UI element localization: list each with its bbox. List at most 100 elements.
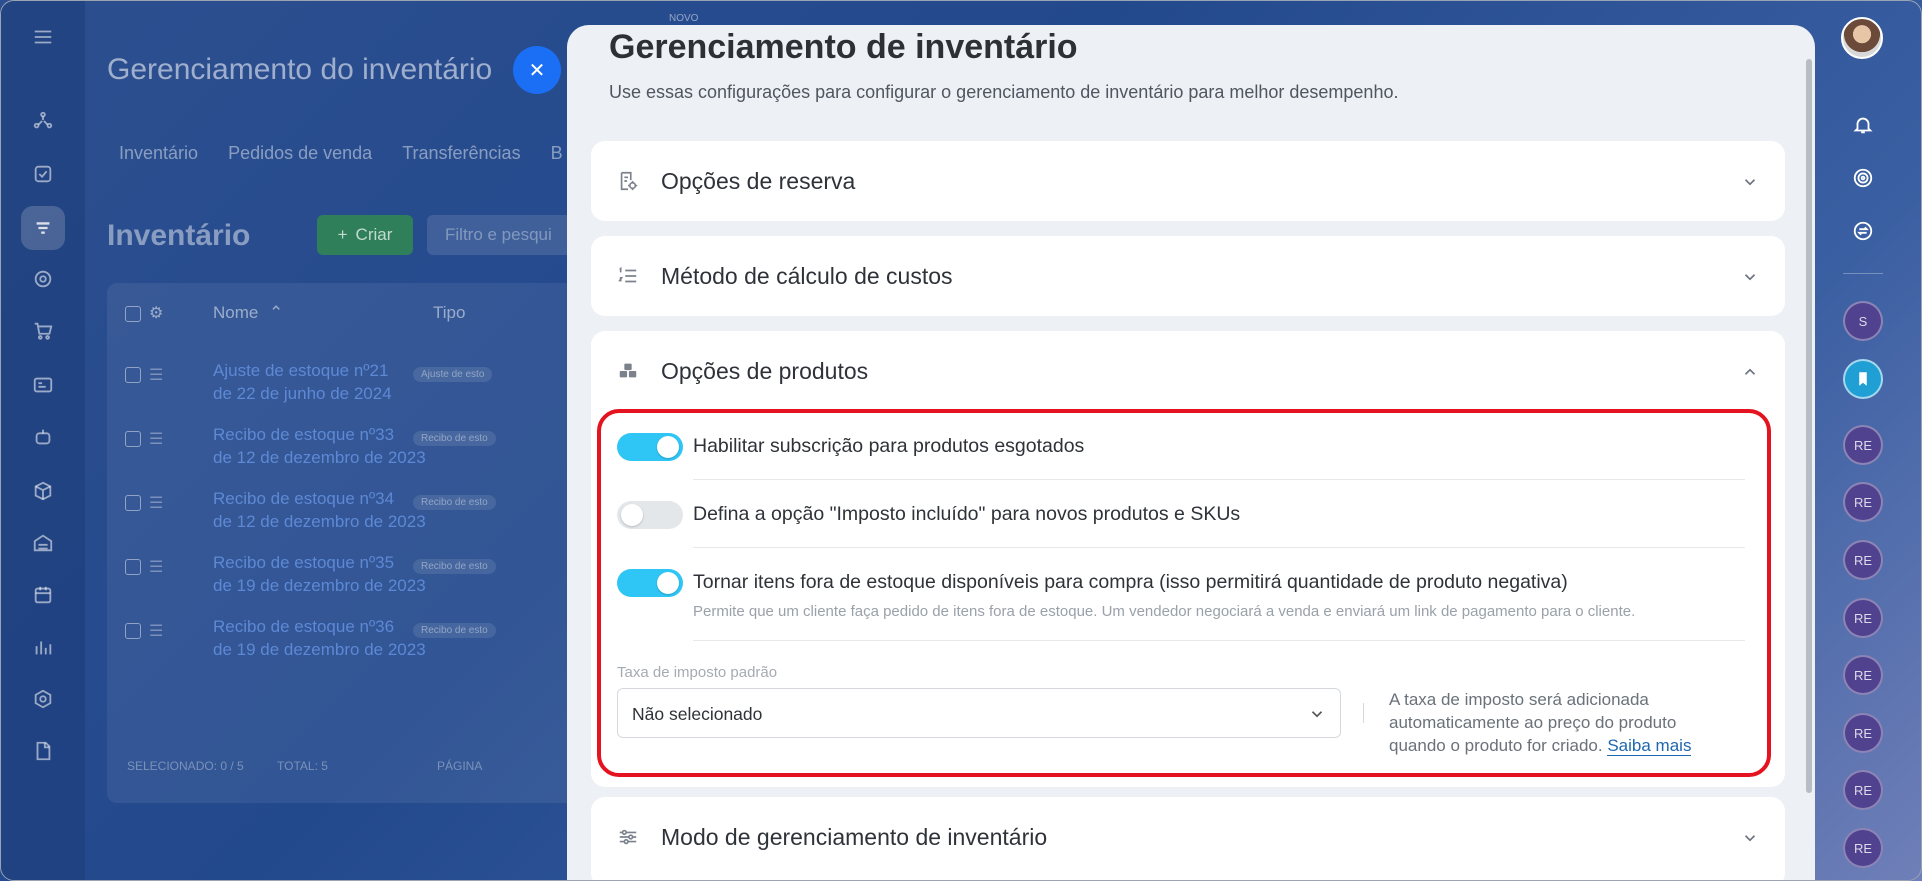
total-count: TOTAL: 5 [277, 759, 328, 773]
plus-icon: + [337, 225, 348, 244]
select-all-checkbox[interactable] [125, 306, 141, 322]
chat-avatar[interactable]: RE [1843, 482, 1883, 522]
section-header[interactable]: Método de cálculo de custos [591, 236, 1785, 316]
tax-included-toggle[interactable] [617, 501, 683, 529]
tab-sales-orders[interactable]: Pedidos de venda [228, 143, 372, 164]
pagination-label: PÁGINA [437, 759, 483, 773]
robot-icon[interactable] [29, 423, 57, 451]
row-checkbox[interactable] [125, 623, 141, 639]
page-subtitle: Use essas configurações para configurar … [609, 82, 1399, 102]
sliders-icon [617, 826, 639, 848]
section-inventory-mode[interactable]: Modo de gerenciamento de inventário [591, 797, 1785, 880]
section-header[interactable]: Opções de produtos [591, 331, 1785, 411]
chevron-down-icon[interactable] [1741, 173, 1759, 191]
row-checkbox[interactable] [125, 431, 141, 447]
right-rail: S RE RE RE RE RE RE RE RE [1813, 1, 1921, 880]
row-checkbox[interactable] [125, 559, 141, 575]
chat-avatar[interactable]: S [1843, 301, 1883, 341]
toggle-knob [657, 436, 679, 458]
cart-icon[interactable] [29, 317, 57, 345]
row-type-badge: Recibo de esto [413, 431, 496, 446]
chat-avatar[interactable]: RE [1843, 425, 1883, 465]
chevron-up-icon[interactable] [1741, 363, 1759, 381]
section-title: Método de cálculo de custos [661, 263, 953, 289]
settings-hex-icon[interactable] [29, 685, 57, 713]
chat-avatar[interactable]: RE [1843, 598, 1883, 638]
vertical-divider [1363, 703, 1364, 723]
scrollbar[interactable] [1806, 59, 1812, 793]
row-menu-icon[interactable]: ☰ [149, 493, 167, 513]
numbered-list-icon [617, 265, 639, 287]
close-icon: ✕ [528, 59, 546, 82]
chat-avatar[interactable]: RE [1843, 770, 1883, 810]
tab-more[interactable]: B [551, 143, 563, 164]
row-type-badge: Recibo de esto [413, 559, 496, 574]
table-row[interactable]: Recibo de estoque nº34 de 12 de dezembro … [213, 487, 426, 533]
menu-icon[interactable] [29, 23, 57, 51]
inventory-icon[interactable] [21, 206, 65, 250]
toggle-knob [657, 572, 679, 594]
table-row[interactable]: Recibo de estoque nº35 de 19 de dezembro … [213, 551, 426, 597]
create-button[interactable]: + Criar [317, 215, 413, 255]
tax-rate-label: Taxa de imposto padrão [617, 664, 778, 681]
bell-icon[interactable] [1849, 111, 1877, 139]
bookmark-icon[interactable] [1843, 359, 1883, 399]
subscription-toggle[interactable] [617, 433, 683, 461]
copilot-icon[interactable] [1849, 164, 1877, 192]
box-icon[interactable] [29, 477, 57, 505]
section-header[interactable]: Opções de reserva [591, 141, 1785, 221]
calendar-icon[interactable] [29, 581, 57, 609]
negative-quantity-toggle[interactable] [617, 569, 683, 597]
row-menu-icon[interactable]: ☰ [149, 621, 167, 641]
divider [693, 640, 1745, 641]
tasks-icon[interactable] [29, 160, 57, 188]
tax-rate-select[interactable]: Não selecionado [617, 688, 1341, 738]
chat-avatar[interactable]: RE [1843, 828, 1883, 868]
chat-avatar[interactable]: RE [1843, 713, 1883, 753]
tab-inventory[interactable]: Inventário [119, 143, 198, 164]
sync-icon[interactable] [1849, 217, 1877, 245]
row-checkbox[interactable] [125, 495, 141, 511]
row-checkbox[interactable] [125, 367, 141, 383]
section-header[interactable]: Modo de gerenciamento de inventário [591, 797, 1785, 877]
table-row[interactable]: Recibo de estoque nº33 de 12 de dezembro … [213, 423, 426, 469]
sort-asc-icon: ⌃ [269, 303, 284, 322]
row-type-badge: Recibo de esto [413, 495, 496, 510]
page-title: Gerenciamento de inventário [609, 28, 1078, 66]
chat-avatar[interactable]: RE [1843, 655, 1883, 695]
background-tabs: Inventário Pedidos de venda Transferênci… [119, 143, 563, 164]
background-title: Gerenciamento do inventário [107, 53, 493, 86]
row-menu-icon[interactable]: ☰ [149, 365, 167, 385]
contact-card-icon[interactable] [29, 371, 57, 399]
target-icon[interactable] [29, 265, 57, 293]
chat-avatar[interactable]: RE [1843, 540, 1883, 580]
option-label: Tornar itens fora de estoque disponíveis… [693, 571, 1568, 593]
section-cost-method[interactable]: Método de cálculo de custos [591, 236, 1785, 316]
tab-transfers[interactable]: Transferências [402, 143, 520, 164]
row-type-badge: Recibo de esto [413, 623, 496, 638]
tax-rate-value: Não selecionado [632, 704, 763, 724]
section-reserve[interactable]: Opções de reserva [591, 141, 1785, 221]
reserve-settings-icon [617, 170, 639, 192]
column-header-name[interactable]: Nome [213, 303, 258, 323]
crm-icon[interactable] [29, 107, 57, 135]
close-slider-button[interactable]: ✕ [513, 46, 561, 94]
table-row[interactable]: Recibo de estoque nº36 de 19 de dezembro … [213, 615, 426, 661]
chevron-down-icon[interactable] [1741, 829, 1759, 847]
row-menu-icon[interactable]: ☰ [149, 429, 167, 449]
analytics-icon[interactable] [29, 633, 57, 661]
column-header-type[interactable]: Tipo [433, 303, 465, 323]
warehouse-icon[interactable] [29, 529, 57, 557]
table-row[interactable]: Ajuste de estoque nº21 de 22 de junho de … [213, 359, 392, 405]
left-nav [1, 1, 85, 880]
section-title: Modo de gerenciamento de inventário [661, 824, 1048, 850]
row-menu-icon[interactable]: ☰ [149, 557, 167, 577]
document-icon[interactable] [29, 737, 57, 765]
chevron-down-icon[interactable] [1741, 268, 1759, 286]
user-avatar[interactable] [1841, 17, 1883, 59]
gear-icon[interactable]: ⚙ [149, 303, 163, 323]
learn-more-link[interactable]: Saiba mais [1607, 736, 1692, 756]
option-label: Habilitar subscrição para produtos esgot… [693, 435, 1085, 457]
option-description: Permite que um cliente faça pedido de it… [693, 603, 1636, 620]
section-title: Opções de reserva [661, 168, 856, 194]
